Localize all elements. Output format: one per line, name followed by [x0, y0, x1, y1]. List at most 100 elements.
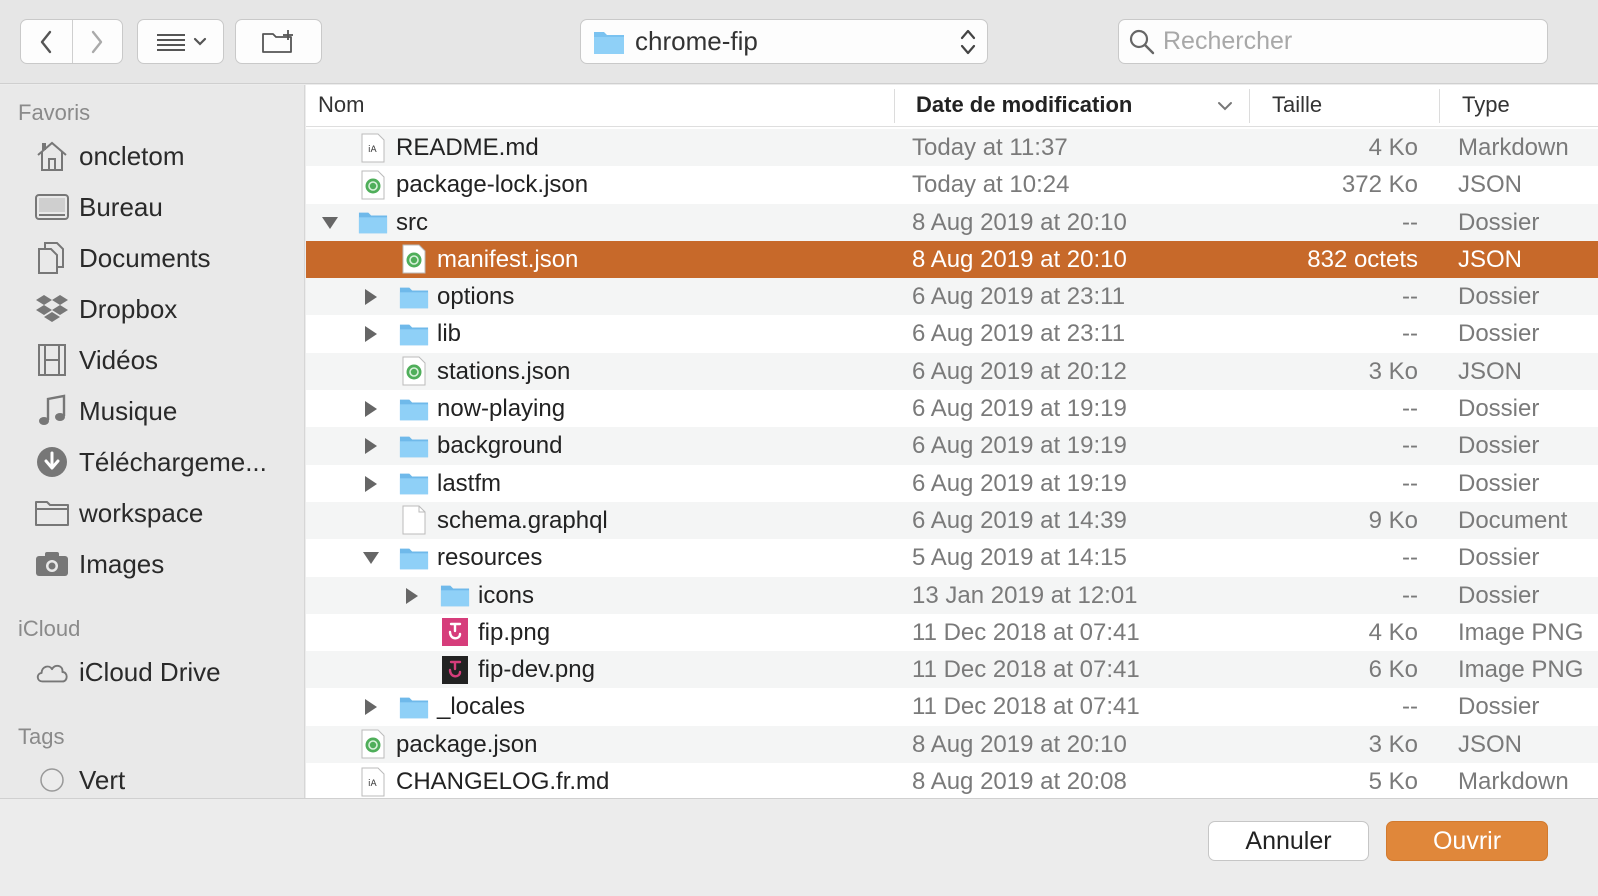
file-row[interactable]: lastfm 6 Aug 2019 at 19:19 -- Dossier — [306, 464, 1598, 502]
sidebar-item-videos[interactable]: Vidéos — [34, 340, 294, 380]
column-separator[interactable] — [1439, 89, 1440, 123]
new-folder-button[interactable] — [235, 19, 322, 64]
file-row[interactable]: resources 5 Aug 2019 at 14:15 -- Dossier — [306, 539, 1598, 577]
disclosure-triangle-closed-icon[interactable] — [361, 399, 381, 419]
file-row[interactable]: background 6 Aug 2019 at 19:19 -- Dossier — [306, 427, 1598, 465]
file-size: 6 Ko — [1368, 656, 1418, 684]
disclosure-triangle-closed-icon[interactable] — [361, 287, 381, 307]
sidebar-item-label: iCloud Drive — [79, 656, 221, 687]
sidebar-item-images[interactable]: Images — [34, 544, 294, 584]
file-size: 9 Ko — [1368, 506, 1418, 534]
disclosure-triangle-closed-icon[interactable] — [361, 436, 381, 456]
file-size: 5 Ko — [1368, 768, 1418, 796]
json-file-icon — [399, 244, 429, 275]
sidebar-item-bureau[interactable]: Bureau — [34, 187, 294, 227]
file-date: 6 Aug 2019 at 20:12 — [912, 357, 1127, 385]
file-name: package-lock.json — [396, 171, 589, 199]
disclosure-triangle-closed-icon[interactable] — [402, 586, 422, 606]
json-file-icon — [358, 169, 388, 200]
search-input[interactable] — [1163, 27, 1543, 56]
disclosure-triangle-closed-icon[interactable] — [361, 474, 381, 494]
file-name: stations.json — [437, 357, 571, 385]
dialog-footer: Annuler Ouvrir — [0, 798, 1598, 896]
file-type: Markdown — [1458, 768, 1569, 796]
view-options-button[interactable] — [137, 19, 224, 64]
column-size-header[interactable]: Taille — [1272, 85, 1322, 127]
sidebar-item-telechargements[interactable]: Téléchargeme... — [34, 442, 294, 482]
file-row[interactable]: package-lock.json Today at 10:24 372 Ko JSO… — [306, 166, 1598, 204]
file-row[interactable]: src 8 Aug 2019 at 20:10 -- Dossier — [306, 203, 1598, 241]
file-row[interactable]: iA README.md Today at 11:37 4 Ko Markdown — [306, 129, 1598, 167]
file-row[interactable]: stations.json 6 Aug 2019 at 20:12 3 Ko JSON — [306, 352, 1598, 391]
path-popup[interactable]: chrome-fip — [580, 19, 988, 64]
sidebar-item-label: Documents — [79, 242, 211, 273]
file-row[interactable]: options 6 Aug 2019 at 23:11 -- Dossier — [306, 278, 1598, 316]
forward-button[interactable] — [71, 20, 123, 63]
file-name: manifest.json — [437, 245, 579, 273]
sidebar-item-tag-vert[interactable]: Vert — [34, 760, 294, 798]
sidebar-item-label: oncletom — [79, 140, 185, 171]
file-name: src — [396, 208, 428, 236]
sidebar-item-dropbox[interactable]: Dropbox — [34, 289, 294, 329]
file-row[interactable]: manifest.json 8 Aug 2019 at 20:10 832 octe… — [306, 240, 1598, 279]
file-date: 6 Aug 2019 at 23:11 — [912, 320, 1126, 348]
file-size: -- — [1402, 320, 1418, 348]
file-type: Markdown — [1458, 134, 1569, 161]
list-view-icon — [156, 33, 185, 51]
column-type-header[interactable]: Type — [1462, 85, 1510, 127]
cancel-button[interactable]: Annuler — [1208, 821, 1369, 861]
sidebar-item-label: Images — [79, 548, 165, 579]
home-icon — [34, 138, 70, 174]
documents-icon — [34, 240, 70, 276]
toolbar: chrome-fip — [0, 0, 1598, 84]
disclosure-triangle-open-icon[interactable] — [320, 213, 340, 233]
file-row[interactable]: schema.graphql 6 Aug 2019 at 14:39 9 Ko Doc… — [306, 501, 1598, 540]
sidebar-item-label: workspace — [79, 497, 204, 528]
open-button[interactable]: Ouvrir — [1386, 821, 1548, 861]
markdown-file-icon: iA — [358, 766, 388, 797]
column-separator[interactable] — [894, 89, 895, 123]
file-type: Dossier — [1458, 395, 1540, 423]
chevron-down-icon — [193, 37, 206, 46]
file-row[interactable]: now-playing 6 Aug 2019 at 19:19 -- Dossier — [306, 390, 1598, 428]
sidebar-item-label: Dropbox — [79, 293, 178, 324]
file-row[interactable]: fip-dev.png 11 Dec 2018 at 07:41 6 Ko Image… — [306, 651, 1598, 689]
file-size: -- — [1402, 469, 1418, 497]
file-row[interactable]: fip.png 11 Dec 2018 at 07:41 4 Ko Image PNG — [306, 613, 1598, 652]
column-separator[interactable] — [1249, 89, 1250, 123]
disclosure-triangle-closed-icon[interactable] — [361, 324, 381, 344]
file-row[interactable]: iA CHANGELOG.fr.md 8 Aug 2019 at 20:08 5 Ko… — [306, 763, 1598, 798]
sidebar-item-oncletom[interactable]: oncletom — [34, 136, 294, 176]
disclosure-triangle-open-icon[interactable] — [361, 548, 381, 568]
file-row[interactable]: package.json 8 Aug 2019 at 20:10 3 Ko JSON — [306, 725, 1598, 764]
column-date-header[interactable]: Date de modification — [916, 85, 1132, 127]
camera-icon — [34, 546, 70, 582]
file-type: Dossier — [1458, 208, 1540, 236]
file-type: Dossier — [1458, 544, 1540, 572]
back-button[interactable] — [21, 20, 72, 63]
file-name: lastfm — [437, 469, 502, 497]
sidebar-item-icloud-drive[interactable]: iCloud Drive — [34, 652, 294, 692]
png-image-icon — [440, 617, 470, 648]
chevron-right-icon — [92, 30, 103, 53]
file-row[interactable]: lib 6 Aug 2019 at 23:11 -- Dossier — [306, 315, 1598, 353]
svg-text:iA: iA — [368, 779, 378, 789]
file-type: JSON — [1458, 357, 1523, 385]
file-size: 4 Ko — [1368, 134, 1418, 161]
sidebar-item-workspace[interactable]: workspace — [34, 493, 294, 533]
sidebar-item-label: Musique — [79, 395, 178, 426]
column-name-header[interactable]: Nom — [318, 85, 364, 127]
file-date: 6 Aug 2019 at 19:19 — [912, 395, 1127, 423]
sidebar-item-documents[interactable]: Documents — [34, 238, 294, 278]
file-row[interactable]: _locales 11 Dec 2018 at 07:41 -- Dossier — [306, 688, 1598, 726]
dropbox-icon — [34, 291, 70, 327]
file-date: 5 Aug 2019 at 14:15 — [912, 544, 1127, 572]
sidebar-item-musique[interactable]: Musique — [34, 391, 294, 431]
folder-icon — [399, 542, 429, 573]
disclosure-triangle-closed-icon[interactable] — [361, 697, 381, 717]
search-field[interactable] — [1118, 19, 1548, 64]
file-date: 8 Aug 2019 at 20:10 — [912, 208, 1127, 236]
file-type: JSON — [1458, 245, 1523, 273]
file-row[interactable]: icons 13 Jan 2019 at 12:01 -- Dossier — [306, 576, 1598, 614]
folder-icon — [34, 495, 70, 531]
